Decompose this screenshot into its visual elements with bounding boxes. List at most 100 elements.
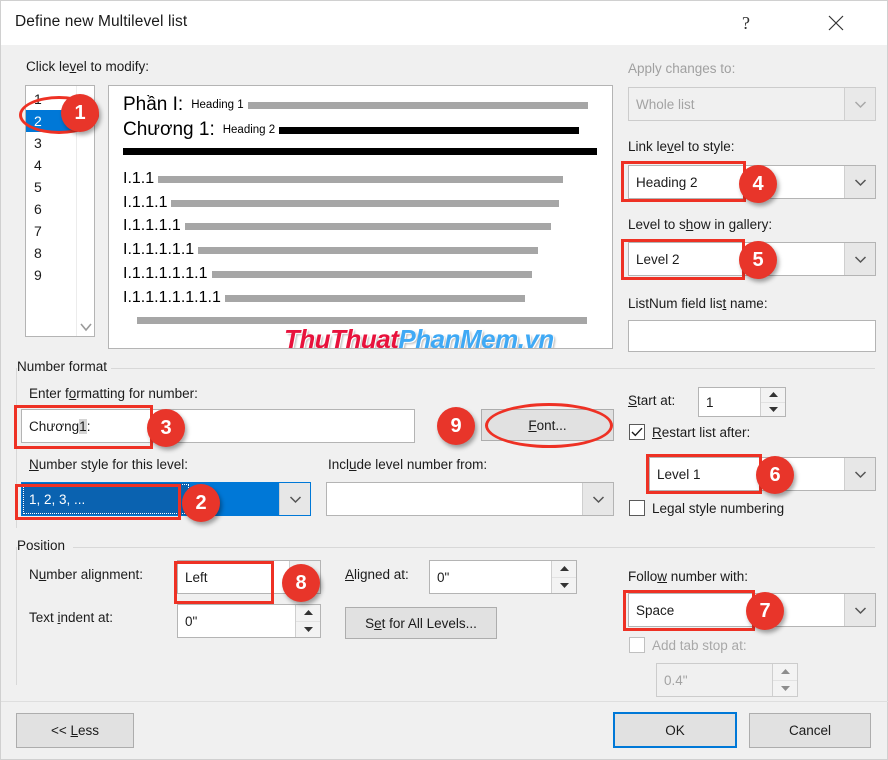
number-alignment-combo[interactable]: Left [177,560,321,594]
level-list[interactable]: 1 2 3 4 5 6 7 8 9 [25,85,95,337]
define-multilevel-list-dialog: Define new Multilevel list ? Click level… [0,0,888,760]
number-format-divider [111,368,875,369]
level-item-9[interactable]: 9 [26,264,76,286]
legal-style-checkbox[interactable]: Legal style numbering [629,500,784,516]
start-at-spinner[interactable]: 1 [698,387,786,417]
link-level-style-value: Heading 2 [636,174,698,190]
position-left-edge [16,547,17,685]
preview-row-8: I.1.1.1.1.1.1 [123,265,532,283]
stepper-up-icon[interactable] [761,388,785,403]
gallery-combo[interactable]: Level 2 [628,242,876,276]
set-all-levels-button[interactable]: Set for All Levels... [345,607,497,639]
follow-number-combo[interactable]: Space [628,593,876,627]
position-group-title: Position [17,538,72,553]
chevron-down-icon[interactable] [844,458,875,490]
level-item-5[interactable]: 5 [26,176,76,198]
level-item-1[interactable]: 1 [26,88,76,110]
level-item-7[interactable]: 7 [26,220,76,242]
chevron-down-icon[interactable] [844,594,875,626]
close-icon[interactable] [813,1,859,45]
preview-number-5: I.1.1.1 [123,194,168,211]
preview-bar-1 [247,101,588,109]
preview-row-2: Chương 1: Heading 2 [123,119,580,141]
preview-style-1: Heading 1 [191,99,244,111]
stepper-down-icon[interactable] [296,621,320,637]
apply-changes-combo: Whole list [628,87,876,121]
chevron-down-icon [844,88,875,120]
level-item-8[interactable]: 8 [26,242,76,264]
footer-separator [1,701,888,702]
preview-number-6: I.1.1.1.1 [123,217,181,234]
help-icon[interactable]: ? [723,1,769,45]
start-at-label: Start at: [628,393,676,408]
font-button[interactable]: Font... [481,409,614,441]
number-style-combo[interactable]: 1, 2, 3, ... [21,482,311,516]
number-alignment-label: Number alignment: [29,567,144,582]
apply-changes-label: Apply changes to: [628,61,736,76]
preview-row-10 [137,317,587,324]
level-list-scrollbar[interactable] [76,86,94,336]
stepper-down-icon[interactable] [761,402,785,416]
gallery-value: Level 2 [636,251,680,267]
listnum-input[interactable] [628,320,876,352]
start-at-stepper[interactable] [760,388,785,416]
list-preview: Phần I: Heading 1 Chương 1: Heading 2 I.… [108,85,613,349]
number-style-label: Number style for this level: [29,457,189,472]
restart-list-checkbox[interactable]: Restart list after: [629,424,750,440]
preview-bar-6 [184,222,551,230]
level-item-4[interactable]: 4 [26,154,76,176]
restart-level-combo[interactable]: Level 1 [649,457,876,491]
chevron-down-icon[interactable] [844,243,875,275]
preview-number-9: I.1.1.1.1.1.1.1 [123,289,221,306]
start-at-value[interactable]: 1 [699,388,760,416]
level-item-3[interactable]: 3 [26,132,76,154]
enter-formatting-label: Enter formatting for number: [29,386,198,401]
preview-number-8: I.1.1.1.1.1.1 [123,265,208,282]
add-tab-stop-spinner: 0.4" [656,663,798,697]
cancel-button[interactable]: Cancel [749,713,871,748]
preview-bar-5 [171,199,560,207]
level-item-2[interactable]: 2 [26,110,76,132]
level-item-6[interactable]: 6 [26,198,76,220]
text-indent-value[interactable]: 0" [178,605,295,637]
preview-bar-7 [198,246,539,254]
annotation-badge-9: 9 [437,407,475,445]
preview-bar-8 [211,270,532,278]
checkbox-box [629,637,645,653]
enter-formatting-prefix: Chương [29,418,80,434]
stepper-down-icon[interactable] [552,577,576,593]
text-indent-label: Text indent at: [29,610,114,625]
preview-style-2: Heading 2 [222,124,276,136]
stepper-up-icon[interactable] [552,561,576,578]
restart-list-label: Restart list after: [652,424,751,440]
restart-level-value: Level 1 [657,466,701,482]
enter-formatting-suffix: : [86,418,91,434]
checkbox-box[interactable] [629,424,645,440]
scroll-down-icon[interactable] [77,322,94,332]
preview-row-1: Phần I: Heading 1 [123,94,588,116]
include-level-combo[interactable] [326,482,614,516]
enter-formatting-input[interactable]: Chương 1: [21,409,415,443]
add-tab-stop-label: Add tab stop at: [652,637,747,653]
level-list-items: 1 2 3 4 5 6 7 8 9 [26,86,76,336]
checkbox-box[interactable] [629,500,645,516]
ok-button[interactable]: OK [613,712,737,748]
text-indent-stepper[interactable] [295,605,320,637]
aligned-at-stepper[interactable] [551,561,576,593]
preview-row-4: I.1.1 [123,170,564,188]
chevron-down-icon[interactable] [582,483,613,515]
link-level-style-combo[interactable]: Heading 2 [628,165,876,199]
aligned-at-value[interactable]: 0" [430,561,551,593]
preview-number-7: I.1.1.1.1.1 [123,241,195,258]
preview-number-2: Chương 1: [123,119,215,140]
chevron-down-icon[interactable] [289,561,320,593]
text-indent-spinner[interactable]: 0" [177,604,321,638]
aligned-at-spinner[interactable]: 0" [429,560,577,594]
preview-bar-10 [137,317,587,324]
number-alignment-value: Left [185,569,208,585]
chevron-down-icon[interactable] [844,166,875,198]
gallery-label: Level to show in gallery: [628,217,773,232]
stepper-up-icon[interactable] [296,605,320,622]
chevron-down-icon[interactable] [279,483,310,515]
less-button[interactable]: << Less [16,713,134,748]
